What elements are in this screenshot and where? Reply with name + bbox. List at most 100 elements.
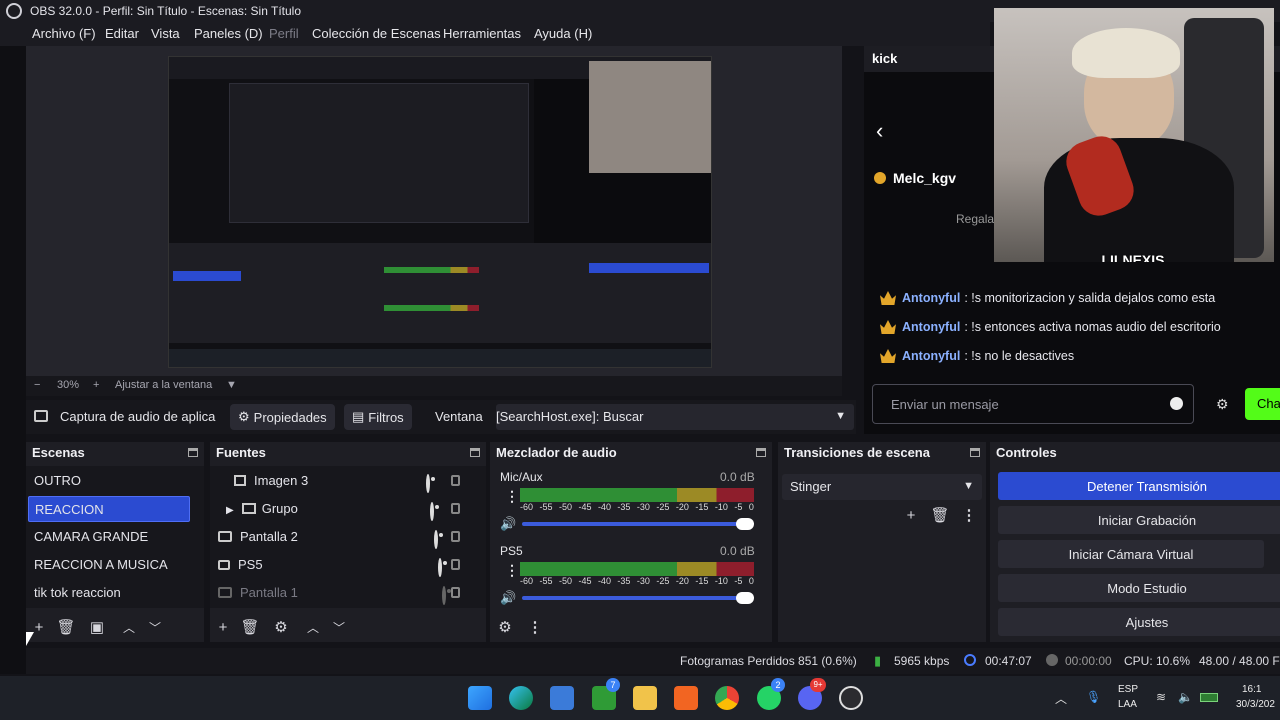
move-down-icon[interactable]: ﹀ bbox=[328, 616, 350, 638]
chat-username[interactable]: Antonyful bbox=[902, 349, 960, 363]
controls-title: Controles bbox=[996, 445, 1057, 460]
undock-icon[interactable] bbox=[970, 448, 980, 457]
scene-item[interactable]: CAMARA GRANDE bbox=[28, 524, 192, 550]
menu-paneles[interactable]: Paneles (D) bbox=[194, 26, 263, 41]
pinned-user[interactable]: Melc_kgv bbox=[893, 170, 956, 186]
back-arrow-icon[interactable]: ‹ bbox=[876, 118, 883, 144]
speaker-tray-icon[interactable]: 🔈 bbox=[1178, 690, 1193, 704]
chevron-down-icon[interactable]: ▼ bbox=[226, 379, 237, 391]
channel-menu-icon[interactable]: ⋮ bbox=[505, 562, 519, 579]
visibility-eye-off-icon[interactable] bbox=[442, 586, 446, 605]
xbox-icon[interactable]: 7 bbox=[592, 678, 620, 710]
more-menu-icon[interactable]: ⋮ bbox=[524, 616, 546, 638]
channel-menu-icon[interactable]: ⋮ bbox=[505, 488, 519, 505]
scene-filters-icon[interactable]: ▣ bbox=[86, 616, 108, 638]
image-icon bbox=[234, 475, 246, 486]
gear-icon[interactable]: ⚙ bbox=[494, 616, 516, 638]
scene-item[interactable]: REACCION A MUSICA bbox=[28, 552, 192, 578]
undock-icon[interactable] bbox=[756, 448, 766, 457]
chrome-icon[interactable] bbox=[715, 686, 739, 710]
more-menu-icon[interactable]: ⋮ bbox=[958, 504, 980, 526]
chat-text: : !s monitorizacion y salida dejalos com… bbox=[964, 291, 1216, 305]
visibility-eye-icon[interactable] bbox=[430, 502, 434, 521]
menu-herramientas[interactable]: Herramientas bbox=[443, 26, 521, 41]
mouse-cursor-icon bbox=[26, 632, 34, 646]
window-select[interactable]: [SearchHost.exe]: Buscar ▼ bbox=[496, 404, 854, 430]
trash-icon[interactable]: 🗑 bbox=[55, 616, 77, 638]
add-transition-icon[interactable]: + bbox=[900, 504, 922, 526]
trash-icon[interactable]: 🗑 bbox=[239, 616, 261, 638]
menu-editar[interactable]: Editar bbox=[105, 26, 139, 41]
scene-item-selected[interactable]: REACCION bbox=[28, 496, 190, 522]
chat-username[interactable]: Antonyful bbox=[902, 320, 960, 334]
filters-button[interactable]: ▤ Filtros bbox=[344, 404, 412, 430]
move-down-icon[interactable]: ﹀ bbox=[144, 616, 166, 638]
menu-perfil[interactable]: Perfil bbox=[269, 26, 299, 41]
chat-send-button[interactable]: Cha bbox=[1245, 388, 1280, 420]
source-item[interactable]: Pantalla 2 bbox=[212, 524, 462, 550]
lock-icon[interactable] bbox=[451, 475, 460, 486]
battery-icon[interactable] bbox=[1200, 693, 1218, 702]
volume-meter bbox=[520, 562, 754, 576]
fit-window-label[interactable]: Ajustar a la ventana bbox=[115, 379, 212, 391]
scene-item[interactable]: tik tok reaccion bbox=[28, 580, 192, 606]
source-item[interactable]: PS5 bbox=[212, 552, 462, 578]
undock-icon[interactable] bbox=[470, 448, 480, 457]
add-source-icon[interactable]: + bbox=[212, 616, 234, 638]
visibility-eye-icon[interactable] bbox=[426, 474, 430, 493]
brave-browser-icon[interactable] bbox=[674, 686, 698, 710]
volume-slider[interactable] bbox=[522, 596, 752, 600]
discord-icon[interactable]: 9+ bbox=[798, 678, 826, 710]
filters-label: Filtros bbox=[368, 409, 404, 425]
chat-message-input[interactable]: Enviar un mensaje bbox=[872, 384, 1194, 424]
properties-button[interactable]: ⚙ Propiedades bbox=[230, 404, 335, 430]
language-indicator[interactable]: ESP bbox=[1118, 684, 1138, 695]
source-item[interactable]: Imagen 3 bbox=[228, 468, 468, 494]
chat-username[interactable]: Antonyful bbox=[902, 291, 960, 305]
speaker-icon[interactable]: 🔊 bbox=[500, 516, 516, 532]
meter-scale: -60 -55 -50 -45 -40 -35 -30 -25 -20 -15 -10 -5 0 bbox=[520, 576, 754, 586]
file-explorer-icon[interactable] bbox=[633, 686, 657, 710]
zoom-in-button[interactable]: + bbox=[93, 379, 99, 391]
undock-icon[interactable] bbox=[188, 448, 198, 457]
speaker-icon[interactable]: 🔊 bbox=[500, 590, 516, 606]
stop-streaming-button[interactable]: Detener Transmisión bbox=[998, 472, 1280, 500]
volume-slider-handle[interactable] bbox=[736, 592, 754, 604]
obs-taskbar-icon[interactable] bbox=[839, 686, 863, 710]
wifi-icon[interactable]: ≋ bbox=[1156, 690, 1166, 704]
clock-time[interactable]: 16:1 bbox=[1242, 684, 1261, 695]
move-up-icon[interactable]: ︿ bbox=[302, 616, 324, 638]
lock-icon[interactable] bbox=[451, 503, 460, 514]
settings-button[interactable]: Ajustes bbox=[998, 608, 1280, 636]
menu-archivo[interactable]: Archivo (F) bbox=[32, 26, 96, 41]
source-item-hidden[interactable]: Pantalla 1 bbox=[212, 580, 462, 606]
visibility-eye-icon[interactable] bbox=[434, 530, 438, 549]
gear-icon[interactable]: ⚙ bbox=[270, 616, 292, 638]
menu-coleccion-escenas[interactable]: Colección de Escenas bbox=[312, 26, 441, 41]
scene-item[interactable]: OUTRO bbox=[28, 468, 192, 494]
edge-browser-icon[interactable] bbox=[509, 686, 533, 710]
emoji-icon[interactable] bbox=[1170, 397, 1183, 410]
whatsapp-icon[interactable]: 2 bbox=[757, 678, 785, 710]
trash-icon[interactable]: 🗑 bbox=[929, 504, 951, 526]
start-virtual-camera-button[interactable]: Iniciar Cámara Virtual bbox=[998, 540, 1264, 568]
tray-chevron-icon[interactable]: ︿ bbox=[1055, 690, 1067, 707]
start-recording-button[interactable]: Iniciar Grabación bbox=[998, 506, 1280, 534]
store-icon[interactable] bbox=[550, 686, 574, 710]
microphone-icon[interactable]: 🎙 bbox=[1086, 690, 1101, 704]
lock-icon[interactable] bbox=[451, 559, 460, 570]
transition-select[interactable]: Stinger ▼ bbox=[782, 474, 982, 500]
studio-mode-button[interactable]: Modo Estudio bbox=[998, 574, 1280, 602]
lock-icon[interactable] bbox=[451, 587, 460, 598]
menu-ayuda[interactable]: Ayuda (H) bbox=[534, 26, 592, 41]
volume-slider-handle[interactable] bbox=[736, 518, 754, 530]
visibility-eye-icon[interactable] bbox=[438, 558, 442, 577]
expand-arrow-icon[interactable]: ▶ bbox=[226, 505, 234, 516]
zoom-out-button[interactable]: − bbox=[34, 379, 40, 391]
move-up-icon[interactable]: ︿ bbox=[118, 616, 140, 638]
windows-start-icon[interactable] bbox=[468, 686, 492, 710]
menu-vista[interactable]: Vista bbox=[151, 26, 180, 41]
chat-settings-gear-icon[interactable]: ⚙ bbox=[1216, 396, 1229, 413]
lock-icon[interactable] bbox=[451, 531, 460, 542]
volume-slider[interactable] bbox=[522, 522, 752, 526]
